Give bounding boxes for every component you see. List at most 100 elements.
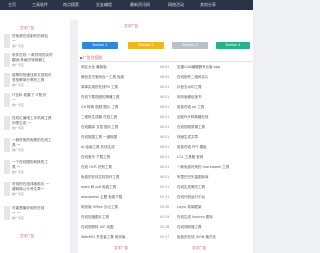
table-row[interactable]: 二维码生成器 在线工具 06-01 全能PDF转换器在线 xyxy=(78,115,253,121)
row-right[interactable]: 免费在线 PPT 模板 xyxy=(177,145,253,150)
row-right[interactable]: 在线视频剪辑工具 xyxy=(177,125,253,130)
row-right[interactable]: 在线制作二维码名片 xyxy=(177,75,253,80)
row-date: 06-01 xyxy=(160,175,170,179)
item-meta: 推广专区 xyxy=(12,126,25,130)
row-left[interactable]: 在线抠图工具 一键抠图 xyxy=(81,135,153,140)
thumbnail xyxy=(4,182,10,196)
row-date: 06-01 xyxy=(160,125,170,129)
flag-icon xyxy=(80,57,82,59)
row-date: 05-27 xyxy=(160,235,170,239)
row-date: 05-31 xyxy=(160,195,170,199)
table-row[interactable]: word 转 pdf 免费工具 05-31 在线生成简历工具 xyxy=(78,185,253,191)
row-right[interactable]: 在线代码运行平台 xyxy=(177,195,253,200)
row-left[interactable]: word 转 pdf 免费工具 xyxy=(81,185,153,190)
table-row[interactable]: AI 绘画工具 在线生成 06-01 免费在线 PPT 模板 xyxy=(78,145,253,151)
row-date: 05-30 xyxy=(160,205,170,209)
row-date: 06-01 xyxy=(160,115,170,119)
row-right[interactable]: 一款免费好用的 markdown 工具 xyxy=(177,165,253,170)
nav-events[interactable]: 网络活动 xyxy=(168,3,184,7)
row-left[interactable]: 在线下载视频的神器工具 xyxy=(81,95,153,100)
thumbnail xyxy=(4,116,10,130)
item-meta: 推广专区 xyxy=(12,103,25,107)
row-right[interactable]: 在线生成简历工具 xyxy=(177,185,253,190)
nav-friends[interactable]: 交友编程 xyxy=(96,3,112,7)
row-left[interactable]: 二维码生成器 在线工具 xyxy=(81,115,153,120)
row-left[interactable]: 网页版 Office 办公工具 xyxy=(81,205,153,210)
row-right[interactable]: 免费在线 ps 工具 xyxy=(177,105,253,110)
bottom-ad-text-1[interactable]: 文字广告 xyxy=(114,246,128,251)
item-title: 软件在线 一款好用的实时 xyxy=(12,53,53,57)
row-right[interactable]: 在线测网速工具 xyxy=(177,225,253,230)
row-date: 05-29 xyxy=(160,215,170,219)
row-right[interactable]: 网页版微信读书 xyxy=(177,95,253,100)
item-subtitle: 键转换公众号文章一 xyxy=(12,187,45,191)
table-row[interactable]: 在线抠图工具 一键抠图 06-01 快速生成文章 xyxy=(78,135,253,141)
item-title: 好免费在线制作的网站 xyxy=(12,34,48,38)
table-row[interactable]: Gif 转换 视频 图片 工具 06-01 免费在线 ps 工具 xyxy=(78,105,253,111)
thumbnail xyxy=(4,53,10,67)
row-left[interactable]: 在线翻译 文档 图片工具 xyxy=(81,125,153,130)
thumbnail xyxy=(4,206,10,220)
nav-tools[interactable]: 工具软件 xyxy=(32,3,48,7)
table-row[interactable]: 在线视频转 GIF 动图 05-28 在线测网速工具 xyxy=(78,225,253,231)
row-left[interactable]: 在线 OCR 识别工具 xyxy=(81,165,153,170)
row-right[interactable]: 全能PDF转换器在线 xyxy=(177,115,253,120)
row-right[interactable]: 免费的在线 JSON 格式化 xyxy=(177,235,253,240)
row-date: 06-01 xyxy=(160,95,170,99)
row-left[interactable]: 网名大全 最新版 xyxy=(81,65,153,70)
table-row[interactable]: 在线翻译 文档 图片工具 06-01 在线视频剪辑工具 xyxy=(78,125,253,131)
nav-news[interactable]: 最新资讯网 xyxy=(130,3,150,7)
item-meta: 推广专区 xyxy=(12,192,25,196)
row-date: 06-01 xyxy=(160,145,170,149)
bottom-ad-text-2[interactable]: 文字广告 xyxy=(192,246,206,251)
table-row[interactable]: 网页版 Office 办公工具 05-30 Layui 前端框架 xyxy=(78,205,253,211)
table-row[interactable]: 简单实用的在线PS 工具 06-01 抖音去水印工具 xyxy=(78,85,253,91)
item-title: 一款好用的免费的在线工 xyxy=(12,138,52,142)
table-row[interactable]: 在线音乐 下载工具 06-01 LOL 工具箱 官网 xyxy=(78,155,253,161)
table-row[interactable]: 在线下载视频的神器工具 06-01 网页版微信读书 xyxy=(78,95,253,101)
row-date: 06-01 xyxy=(160,155,170,159)
item-subtitle: 查找教育分享的工具 xyxy=(12,78,45,82)
item-meta: 推广专区 xyxy=(12,170,25,174)
table-row[interactable]: wordpress 主题 免费下载 05-31 在线代码运行平台 xyxy=(78,195,253,201)
row-left[interactable]: 在线音乐 下载工具 xyxy=(81,155,153,160)
row-date: 05-31 xyxy=(160,185,170,189)
row-right[interactable]: 阿里巴巴矢量图标库 xyxy=(177,175,253,180)
table-row[interactable]: 在线 OCR 识别工具 06-01 一款免费好用的 markdown 工具 xyxy=(78,165,253,171)
row-right[interactable]: LOL 工具箱 官网 xyxy=(177,155,253,160)
left-ad-text[interactable]: 文字广告 xyxy=(20,26,34,31)
table-row[interactable]: 微信支付宝码合一工具 免费 06-02 在线制作二维码名片 xyxy=(78,75,253,81)
row-right[interactable]: Layui 前端框架 xyxy=(177,205,253,210)
row-right[interactable]: 在线生成 favicon 图标 xyxy=(177,215,253,220)
table-row[interactable]: 在线压缩图片工具 05-29 在线生成 favicon 图标 xyxy=(78,215,253,221)
nav-hot[interactable]: 热点搜索 xyxy=(63,3,79,7)
nav-other[interactable]: 其他分享 xyxy=(200,3,216,7)
action-button-3[interactable]: Button 3 xyxy=(172,42,208,49)
table-row[interactable]: 网名大全 最新版 06-02 迅捷CAD编辑器专业版 app xyxy=(78,65,253,71)
item-meta: 推广专区 xyxy=(12,63,25,67)
action-button-4[interactable]: Button 4 xyxy=(216,42,250,49)
row-left[interactable]: wordpress 主题 免费下载 xyxy=(81,195,153,200)
row-right[interactable]: 抖音去水印工具 xyxy=(177,85,253,90)
item-meta: 推广专区 xyxy=(12,83,25,87)
row-right[interactable]: 快速生成文章 xyxy=(177,135,253,140)
item-title: IT百科 收集了 IT知识 xyxy=(12,93,46,97)
row-left[interactable]: WebMCI 开发者工具 网页版 xyxy=(81,235,153,240)
row-left[interactable]: 免费的在线文档协作工具 xyxy=(81,175,153,180)
item-meta: 推广专区 xyxy=(12,216,25,220)
row-left[interactable]: AI 绘画工具 在线生成 xyxy=(81,145,153,150)
action-button-1[interactable]: Button 1 xyxy=(82,42,118,49)
row-left[interactable]: 微信支付宝码合一工具 免费 xyxy=(81,75,153,80)
row-right[interactable]: 迅捷CAD编辑器专业版 app xyxy=(177,65,253,70)
column-gutter xyxy=(70,20,78,253)
left-ad-text-bottom[interactable]: 文字广告 xyxy=(20,234,34,239)
nav-home[interactable]: 主页 xyxy=(8,3,16,7)
action-button-2[interactable]: Button 2 xyxy=(128,42,164,49)
row-left[interactable]: 在线压缩图片工具 xyxy=(81,215,153,220)
row-left[interactable]: Gif 转换 视频 图片 工具 xyxy=(81,105,153,110)
table-row[interactable]: WebMCI 开发者工具 网页版 05-27 免费的在线 JSON 格式化 xyxy=(78,235,253,241)
row-left[interactable]: 简单实用的在线PS 工具 xyxy=(81,85,153,90)
row-left[interactable]: 在线视频转 GIF 动图 xyxy=(81,225,153,230)
table-row[interactable]: 免费的在线文档协作工具 06-01 阿里巴巴矢量图标库 xyxy=(78,175,253,181)
main-ad-text[interactable]: 文字广告 xyxy=(124,24,138,29)
